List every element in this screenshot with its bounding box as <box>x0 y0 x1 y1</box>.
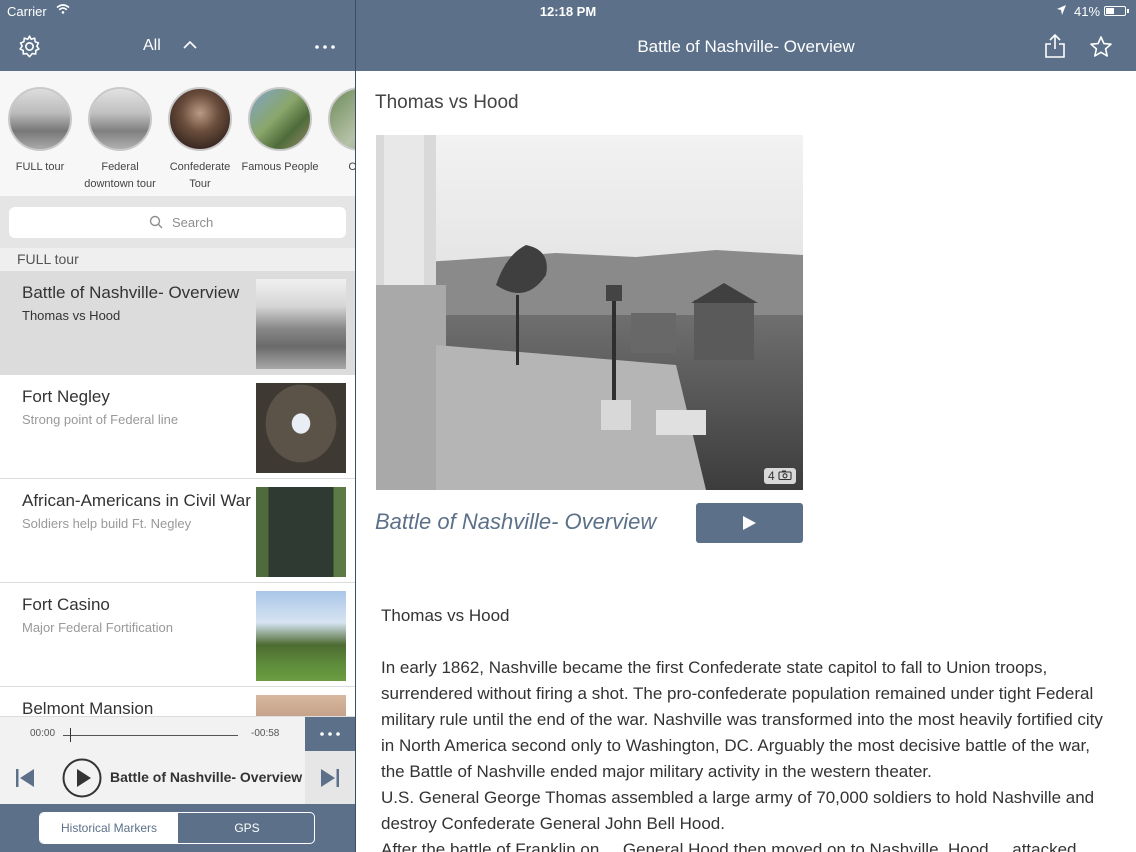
tour-thumbnail <box>328 87 355 151</box>
tour-item[interactable]: Cem <box>320 87 355 176</box>
tour-thumbnail <box>248 87 312 151</box>
battery-percent: 41% <box>1074 4 1101 19</box>
tour-thumbnail <box>168 87 232 151</box>
list-item-title: Fort Negley <box>22 387 110 406</box>
tab-historical-markers[interactable]: Historical Markers <box>40 813 178 843</box>
elapsed-time: 00:00 <box>30 728 56 739</box>
favorite-star-icon[interactable] <box>1089 35 1113 59</box>
play-icon[interactable] <box>62 758 102 798</box>
section-header: FULL tour <box>0 248 355 271</box>
mode-segmented-control: Historical Markers GPS <box>39 812 315 844</box>
clock: 12:18 PM <box>539 4 597 19</box>
bottom-bar: Historical Markers GPS <box>0 804 355 852</box>
play-audio-button[interactable] <box>696 503 803 543</box>
tour-name: Federal downtown tour <box>84 161 156 190</box>
list-item-subtitle: Thomas vs Hood <box>22 308 121 323</box>
player-track-title: Battle of Nashville- Overview <box>110 769 303 785</box>
list-item-subtitle: Soldiers help build Ft. Negley <box>22 516 192 531</box>
list-item-thumbnail <box>256 487 346 577</box>
top-bar: Carrier 12:18 PM 41% All Battle of Nashv… <box>0 0 1136 71</box>
tour-name: Cem <box>348 161 355 173</box>
gear-icon[interactable] <box>17 34 42 59</box>
list-item[interactable]: African-Americans in Civil War Soldiers … <box>0 479 355 583</box>
left-nav: All <box>0 22 355 71</box>
body-heading: Thomas vs Hood <box>381 606 510 625</box>
caption-title: Battle of Nashville- Overview <box>375 509 657 534</box>
list-item[interactable]: Fort Negley Strong point of Federal line <box>0 375 355 479</box>
tour-item[interactable]: Confederate Tour <box>160 87 240 193</box>
detail-nav: Battle of Nashville- Overview <box>356 22 1136 71</box>
tour-item[interactable]: FULL tour <box>0 87 80 176</box>
list-item-subtitle: Major Federal Fortification <box>22 620 173 635</box>
tour-name: Confederate Tour <box>169 161 231 190</box>
chevron-up-icon[interactable] <box>183 40 197 50</box>
search-bar-container: Search <box>0 196 355 248</box>
detail-content: Thomas vs Hood 4 Battle of Nashville- Ov… <box>356 71 1136 852</box>
photo-gallery[interactable]: 4 <box>376 135 803 490</box>
player-more-button[interactable] <box>305 717 355 751</box>
search-icon <box>149 215 163 229</box>
progress-knob[interactable] <box>70 728 71 742</box>
filter-dropdown-label[interactable]: All <box>143 37 161 55</box>
more-options-icon <box>320 732 340 736</box>
body-paragraph: In early 1862, Nashville became the firs… <box>381 658 1103 781</box>
photo-count-badge: 4 <box>764 468 797 484</box>
next-track-icon <box>321 769 339 787</box>
tab-gps[interactable]: GPS <box>178 813 314 843</box>
play-icon <box>743 516 756 530</box>
list-item-title: African-Americans in Civil War <box>22 491 251 510</box>
body-paragraph: U.S. General George Thomas assembled a l… <box>381 788 1095 833</box>
battery-icon <box>1104 6 1129 16</box>
tour-carousel: FULL tour Federal downtown tour Confeder… <box>0 71 355 196</box>
tour-item[interactable]: Federal downtown tour <box>80 87 160 193</box>
list-item-thumbnail <box>256 279 346 369</box>
photo-count: 4 <box>768 469 775 483</box>
tour-thumbnail <box>8 87 72 151</box>
camera-icon <box>778 470 792 481</box>
tour-name: FULL tour <box>15 161 65 173</box>
list-item-thumbnail <box>256 591 346 681</box>
tour-thumbnail <box>88 87 152 151</box>
next-track-button[interactable] <box>305 751 355 805</box>
previous-track-icon[interactable] <box>14 767 36 789</box>
share-icon[interactable] <box>1044 33 1066 59</box>
list-item[interactable]: Battle of Nashville- Overview Thomas vs … <box>0 271 355 375</box>
list-item-title: Fort Casino <box>22 595 110 614</box>
list-item-title: Battle of Nashville- Overview <box>22 283 240 302</box>
list-item-subtitle: Strong point of Federal line <box>22 412 179 427</box>
body-paragraph: After the battle of Franklin on ... Gene… <box>381 840 1096 852</box>
body-text: In early 1862, Nashville became the firs… <box>381 655 1111 852</box>
audio-player: 00:00 -00:58 Battle of Nashville- Overvi… <box>0 716 355 805</box>
progress-track[interactable] <box>63 735 238 736</box>
detail-subtitle: Thomas vs Hood <box>375 92 519 113</box>
more-options-icon[interactable] <box>314 44 336 50</box>
tour-item[interactable]: Famous People <box>240 87 320 176</box>
remaining-time: -00:58 <box>251 728 280 739</box>
app-window: Carrier 12:18 PM 41% All Battle of Nashv… <box>0 0 1136 852</box>
search-placeholder: Search <box>172 215 214 230</box>
location-arrow-icon <box>1057 5 1066 15</box>
search-input[interactable]: Search <box>9 207 346 238</box>
list-item[interactable]: Fort Casino Major Federal Fortification <box>0 583 355 687</box>
list-item-thumbnail <box>256 383 346 473</box>
detail-title: Battle of Nashville- Overview <box>637 37 855 56</box>
sidebar: FULL tour Federal downtown tour Confeder… <box>0 71 355 852</box>
status-bar: Carrier 12:18 PM 41% <box>0 0 1136 22</box>
tour-name: Famous People <box>241 161 319 173</box>
historic-photo <box>376 135 803 490</box>
